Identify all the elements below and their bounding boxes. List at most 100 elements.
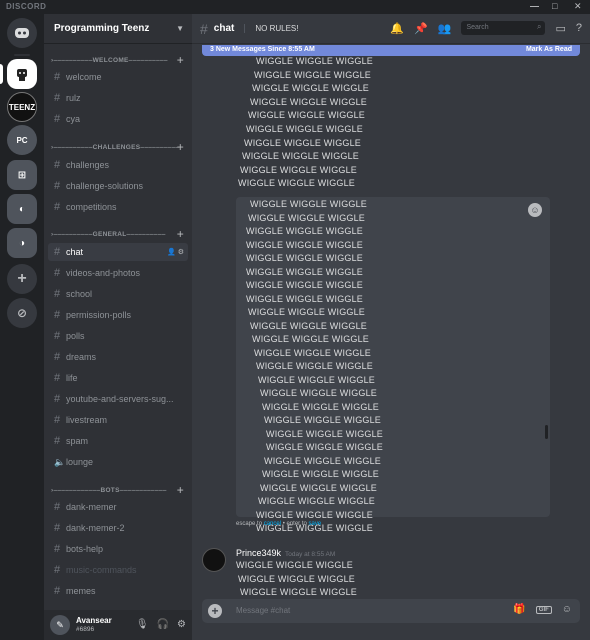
category-welcome[interactable]: ›‒‒‒‒‒‒‒‒‒‒WELCOME‒‒‒‒‒‒‒‒‒‒ + <box>48 53 188 67</box>
channel-life[interactable]: # life <box>48 369 188 387</box>
channel-label: lounge <box>66 457 94 467</box>
gif-button[interactable]: GIF <box>535 605 552 614</box>
hash-icon: # <box>54 288 61 300</box>
message-line: WIGGLE WIGGLE WIGGLE <box>250 320 368 331</box>
channel-dank-memer[interactable]: # dank-memer <box>48 498 188 516</box>
channel-videos-and-photos[interactable]: # videos-and-photos <box>48 264 188 282</box>
minimize-button[interactable]: — <box>530 1 540 11</box>
channel-memes[interactable]: # memes <box>48 582 188 600</box>
channel-livestream[interactable]: # livestream <box>48 411 188 429</box>
emoji-icon[interactable]: ☺ <box>562 604 572 615</box>
add-channel-icon[interactable]: + <box>177 483 184 497</box>
plus-icon: + <box>17 270 27 287</box>
category-bots[interactable]: ›‒‒‒‒‒‒‒‒‒‒‒‒BOTS‒‒‒‒‒‒‒‒‒‒‒‒ + <box>48 483 188 497</box>
explore-servers-button[interactable]: ⊘ <box>7 298 37 328</box>
message-composer[interactable]: + Message #chat 🎁 GIF ☺ <box>202 599 580 623</box>
channel-polls[interactable]: # polls <box>48 327 188 345</box>
server-pc-label: PC <box>16 135 28 145</box>
channel-label: livestream <box>66 415 108 425</box>
channel-competitions[interactable]: # competitions <box>48 198 188 216</box>
user-panel: ✎ Avansear #6896 🎙 🎧 ⚙ <box>44 610 192 640</box>
category-bots-label: ›‒‒‒‒‒‒‒‒‒‒‒‒BOTS‒‒‒‒‒‒‒‒‒‒‒‒ <box>51 487 167 494</box>
message-line: WIGGLE WIGGLE WIGGLE <box>240 587 358 597</box>
channel-challenges[interactable]: # challenges <box>48 156 188 174</box>
channel-dreams[interactable]: # dreams <box>48 348 188 366</box>
category-challenges[interactable]: ›‒‒‒‒‒‒‒‒‒‒CHALLENGES‒‒‒‒‒‒‒‒‒‒ + <box>48 140 188 154</box>
add-channel-icon[interactable]: + <box>177 53 184 67</box>
pin-icon[interactable]: 📌 <box>414 22 428 35</box>
channel-permission-polls[interactable]: # permission-polls <box>48 306 188 324</box>
channel-label: permission-polls <box>66 310 132 320</box>
folder-icon: ⊞ <box>17 169 27 181</box>
message-line: WIGGLE WIGGLE WIGGLE <box>258 496 376 506</box>
hash-icon: # <box>54 564 61 576</box>
channel-youtube-and-servers[interactable]: # youtube-and-servers-sug... <box>48 390 188 408</box>
invite-and-settings-icons[interactable]: 👤 ⚙ <box>167 248 184 256</box>
new-messages-text: 3 New Messages Since 8:55 AM <box>210 46 315 53</box>
hash-icon: # <box>54 113 61 125</box>
save-edit-link[interactable]: save <box>309 521 322 527</box>
message-line: WIGGLE WIGGLE WIGGLE <box>248 110 366 121</box>
server-folder-2[interactable]: ◐ <box>7 194 37 224</box>
message-line: WIGGLE WIGGLE WIGGLE <box>246 226 364 236</box>
upload-button[interactable]: + <box>208 604 222 618</box>
edit-hint: escape to cancel • enter to save <box>236 521 321 527</box>
channel-music-commands[interactable]: # music-commands <box>48 561 188 579</box>
server-robot[interactable] <box>7 59 37 89</box>
message-author[interactable]: Prince349k <box>236 548 281 558</box>
microphone-muted-icon[interactable]: 🎙 <box>136 619 149 630</box>
selected-server-pill <box>0 64 3 84</box>
edit-scrollbar[interactable] <box>545 425 548 439</box>
hash-icon: # <box>54 351 61 363</box>
app-brand: DISCORD <box>6 2 47 11</box>
message-timestamp: Today at 8:55 AM <box>285 551 336 558</box>
add-server-button[interactable]: + <box>7 264 37 294</box>
folder-icon: ◐ <box>18 203 26 215</box>
bell-icon[interactable]: 🔔 <box>390 22 404 35</box>
channel-sidebar: Programming Teenz ▼ ›‒‒‒‒‒‒‒‒‒‒WELCOME‒‒… <box>44 14 192 640</box>
add-channel-icon[interactable]: + <box>177 227 184 241</box>
user-info[interactable]: Avansear #6896 <box>76 616 112 634</box>
gear-icon[interactable]: ⚙ <box>177 619 186 630</box>
header-toolbar: 🔔 📌 👥 Search ⌕ ▭ ? <box>390 21 582 35</box>
cancel-edit-link[interactable]: cancel <box>264 521 281 527</box>
guild-header[interactable]: Programming Teenz ▼ <box>44 14 192 44</box>
server-folder-3[interactable]: ◑ <box>7 228 37 258</box>
help-icon[interactable]: ? <box>576 22 582 34</box>
server-pc[interactable]: PC <box>7 125 37 155</box>
channel-chat[interactable]: # chat 👤 ⚙ <box>48 243 188 261</box>
avatar[interactable] <box>202 548 226 572</box>
headphones-icon[interactable]: 🎧 <box>157 619 169 630</box>
server-folder-1[interactable]: ⊞ <box>7 160 37 190</box>
title-bar: DISCORD — □ ✕ <box>0 0 590 14</box>
channel-welcome[interactable]: # welcome <box>48 68 188 86</box>
channel-bots-help[interactable]: # bots-help <box>48 540 188 558</box>
add-channel-icon[interactable]: + <box>177 140 184 154</box>
channel-label: dreams <box>66 352 97 362</box>
category-welcome-label: ›‒‒‒‒‒‒‒‒‒‒WELCOME‒‒‒‒‒‒‒‒‒‒ <box>51 57 168 64</box>
channel-dank-memer-2[interactable]: # dank-memer-2 <box>48 519 188 537</box>
server-teenz[interactable]: TEENZ <box>7 92 37 122</box>
category-general[interactable]: ›‒‒‒‒‒‒‒‒‒‒GENERAL‒‒‒‒‒‒‒‒‒‒ + <box>48 227 188 241</box>
search-input[interactable]: Search ⌕ <box>461 21 546 35</box>
folder-icon: ◑ <box>18 237 26 249</box>
emoji-icon[interactable]: ☺ <box>528 203 542 217</box>
channel-lounge[interactable]: 🔈 lounge <box>48 453 188 471</box>
mark-as-read-button[interactable]: Mark As Read <box>526 46 572 53</box>
new-messages-bar[interactable]: 3 New Messages Since 8:55 AM Mark As Rea… <box>202 45 580 56</box>
close-window-button[interactable]: ✕ <box>574 1 582 12</box>
hint-to: to <box>255 521 264 527</box>
gift-icon[interactable]: 🎁 <box>513 604 525 615</box>
members-icon[interactable]: 👥 <box>438 22 452 35</box>
channel-spam[interactable]: # spam <box>48 432 188 450</box>
channel-label: dank-memer <box>66 502 117 512</box>
avatar[interactable]: ✎ <box>50 615 70 635</box>
channel-cya[interactable]: # cya <box>48 110 188 128</box>
inbox-icon[interactable]: ▭ <box>555 22 565 35</box>
channel-challenge-solutions[interactable]: # challenge-solutions <box>48 177 188 195</box>
channel-rulz[interactable]: # rulz <box>48 89 188 107</box>
home-button[interactable] <box>7 18 37 48</box>
maximize-button[interactable]: □ <box>552 1 558 11</box>
channel-school[interactable]: # school <box>48 285 188 303</box>
message-line: WIGGLE WIGGLE WIGGLE <box>262 469 380 479</box>
